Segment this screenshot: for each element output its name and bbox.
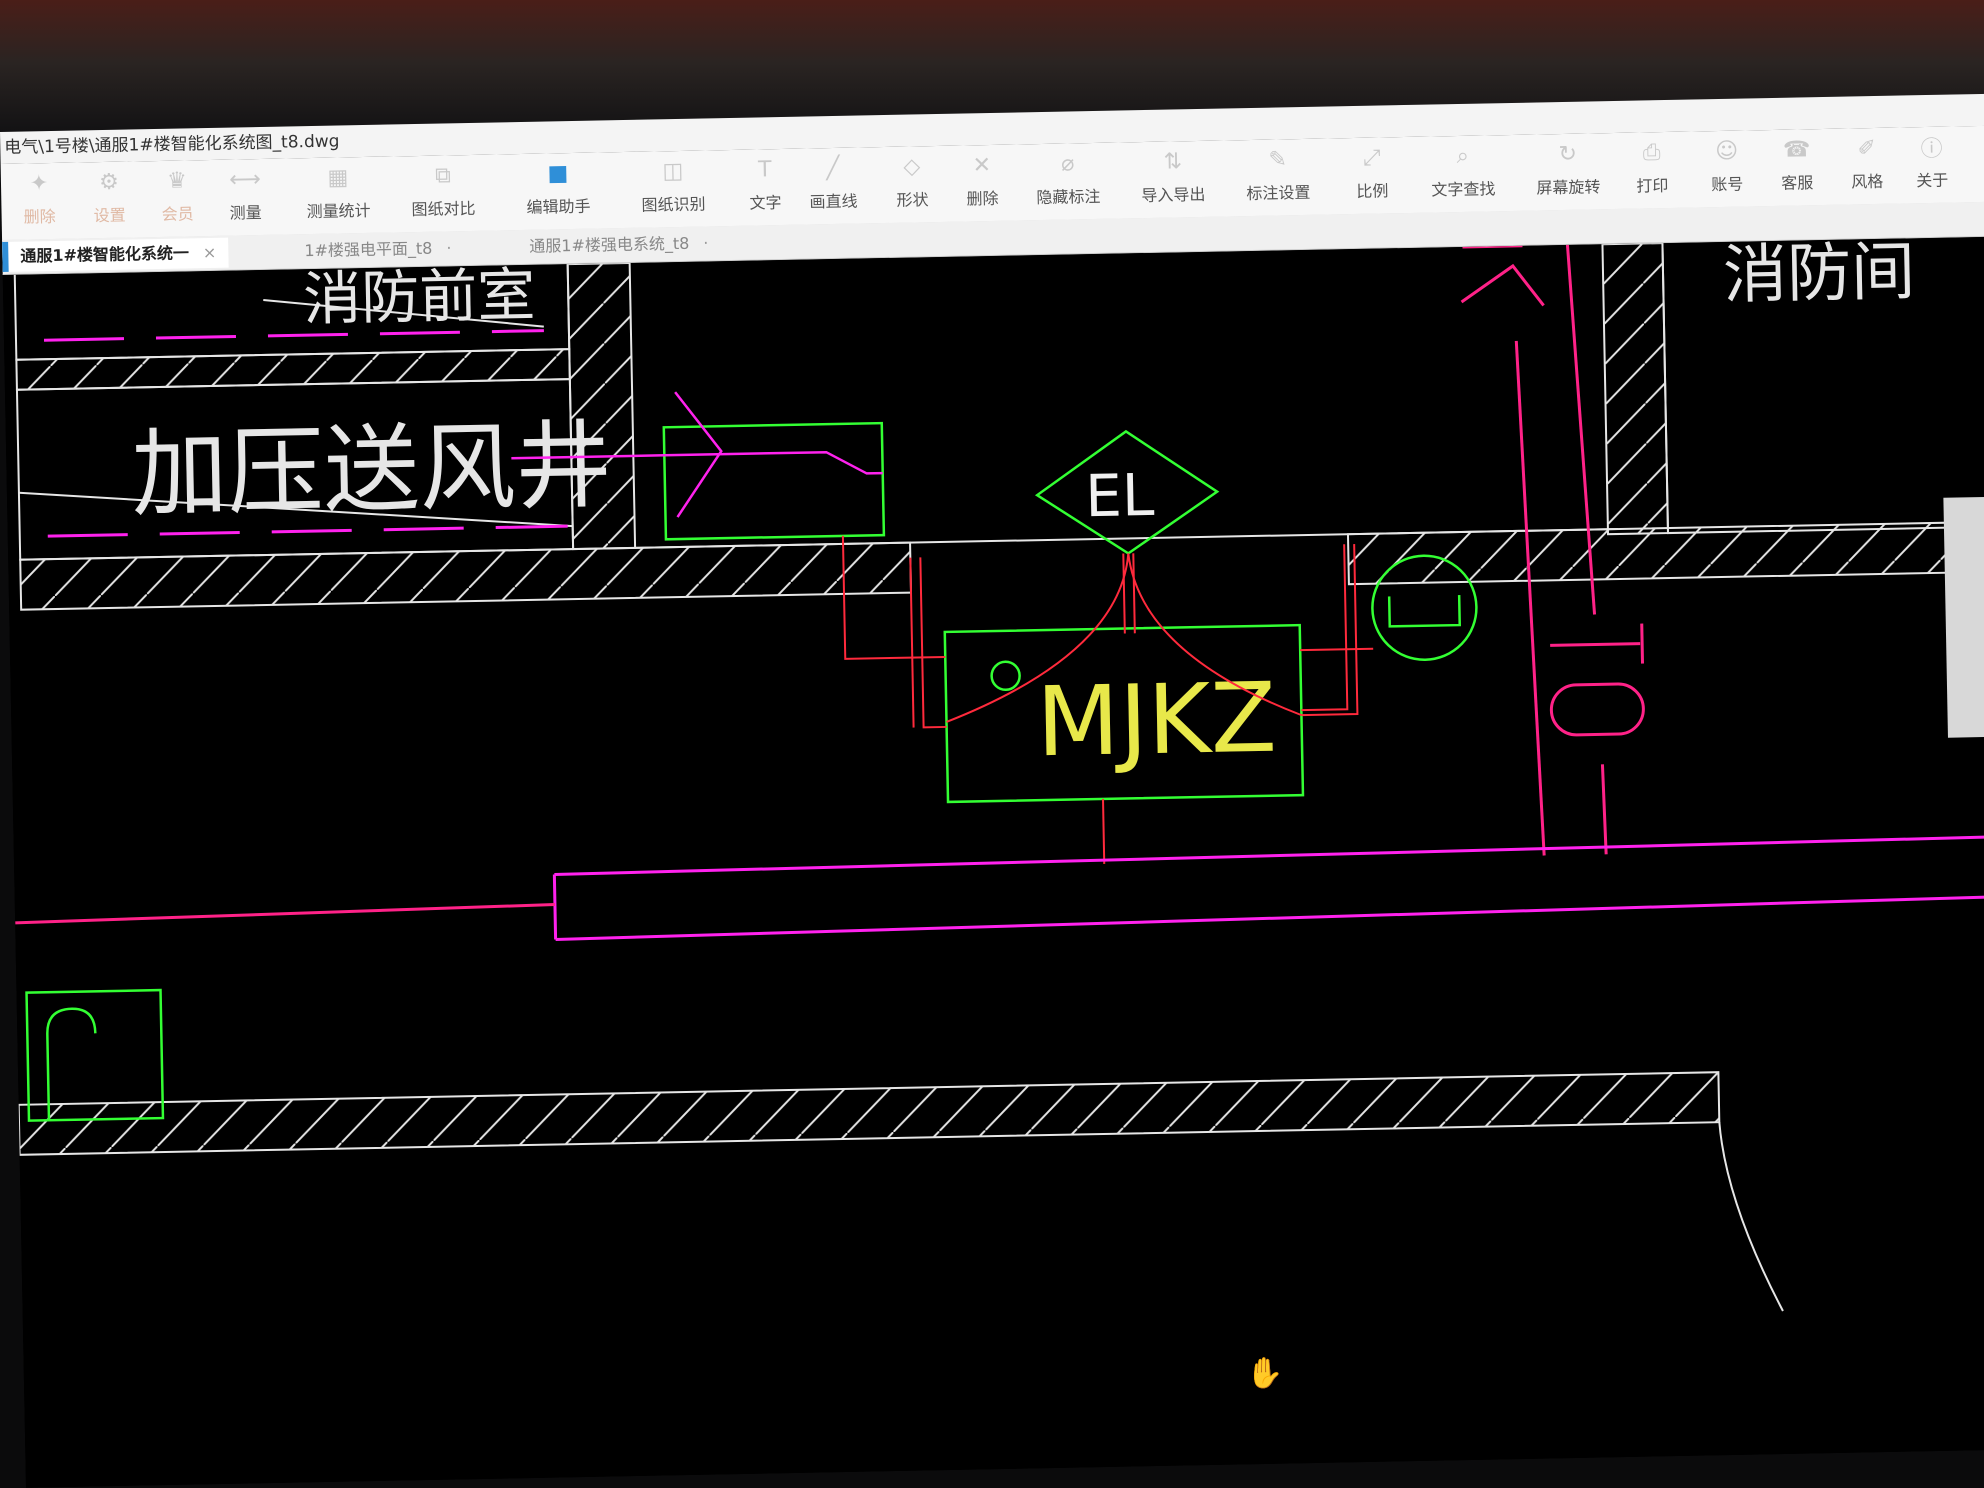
toolbar-label: 图纸识别 — [641, 194, 706, 215]
toolbar-label: 图纸对比 — [411, 198, 476, 220]
toolbar-label: 风格 — [1851, 171, 1884, 192]
toolbar-label: 文字 — [749, 193, 782, 213]
toolbar-label: 形状 — [896, 190, 929, 210]
tab-power-plan[interactable]: 1#楼强电平面_t8 · — [292, 233, 464, 266]
wall-upper-left: 消防前室 — [13, 261, 571, 391]
toolbar-button-9[interactable]: ╱ 画直线 — [809, 154, 858, 221]
toolbar-button-13[interactable]: ⇅ 导入导出 — [1141, 147, 1206, 214]
toolbar-button-8[interactable]: T 文字 — [749, 155, 782, 222]
account-icon: ☺ — [1714, 138, 1739, 164]
support-icon: ☎ — [1782, 136, 1811, 163]
toolbar-label: 账号 — [1711, 174, 1744, 195]
exit-button-device[interactable] — [25, 988, 165, 1122]
toolbar-label: 隐藏标注 — [1036, 186, 1101, 208]
toolbar-label: 导入导出 — [1141, 184, 1206, 206]
measure-stats-icon: ▦ — [327, 164, 349, 191]
toolbar-label: 标注设置 — [1246, 182, 1311, 204]
delete-icon: ✦ — [29, 170, 49, 196]
toolbar-button-17[interactable]: ↻ 屏幕旋转 — [1535, 139, 1600, 206]
toolbar-button-1[interactable]: ⚙ 设置 — [93, 168, 126, 235]
toolbar-label: 客服 — [1781, 173, 1814, 193]
close-icon[interactable]: × — [203, 243, 217, 262]
tab-label: 通服1#楼强电系统_t8 — [529, 233, 690, 256]
print-icon: ⎙ — [1642, 139, 1661, 165]
toolbar-button-19[interactable]: ☺ 账号 — [1710, 137, 1743, 204]
recognize-icon: ◫ — [662, 158, 684, 184]
toolbar-button-15[interactable]: ⤢ 比例 — [1355, 143, 1388, 210]
erase-icon: ✕ — [972, 152, 992, 178]
text-search-icon: ⌕ — [1456, 143, 1470, 169]
rotate-screen-icon: ↻ — [1558, 141, 1578, 167]
side-panel-handle[interactable] — [1943, 496, 1984, 738]
toolbar-button-7[interactable]: ◫ 图纸识别 — [641, 156, 706, 223]
settings-icon: ⚙ — [98, 169, 120, 195]
toolbar-button-10[interactable]: ◇ 形状 — [896, 152, 929, 219]
mjkz-controller[interactable]: MJKZ — [943, 623, 1305, 804]
toolbar-label: 设置 — [93, 205, 126, 226]
el-label: EL — [1085, 461, 1155, 530]
vip-icon: ♛ — [166, 167, 188, 194]
toolbar-label: 文字查找 — [1431, 179, 1496, 200]
hide-annotation-icon: ⌀ — [1060, 150, 1075, 177]
hand-cursor-icon: ✋ — [1246, 1356, 1284, 1391]
toolbar-button-21[interactable]: ✐ 风格 — [1850, 134, 1883, 201]
room-label-top: 消防前室 — [303, 261, 536, 333]
close-icon[interactable]: · — [703, 233, 708, 252]
window-title: 电气\1号楼\通服1#楼智能化系统图_t8.dwg — [4, 131, 340, 158]
edit-assistant-icon: ■ — [547, 160, 569, 186]
pressurized-air-shaft: 加压送风井 — [15, 378, 613, 561]
toolbar-label: 屏幕旋转 — [1536, 177, 1601, 198]
toolbar-button-2[interactable]: ♛ 会员 — [161, 166, 194, 233]
application-window: 电气\1号楼\通服1#楼智能化系统图_t8.dwg ✦ 删除 ⚙ 设置 ♛ 会员 ⟷ 测量 ▦ 测… — [0, 93, 1984, 1488]
tab-label: 通服1#楼智能化系统一 — [20, 243, 190, 266]
toolbar-label: 关于 — [1916, 170, 1949, 191]
import-export-icon: ⇅ — [1163, 148, 1183, 175]
shape-icon: ◇ — [903, 153, 921, 180]
toolbar-label: 测量 — [229, 202, 262, 223]
toolbar-button-12[interactable]: ⌀ 隐藏标注 — [1036, 149, 1101, 216]
annotation-settings-icon: ✎ — [1268, 146, 1288, 173]
room-label-right: 消防间 — [1722, 237, 1915, 313]
toolbar-label: 编辑助手 — [526, 196, 591, 217]
toolbar-label: 删除 — [966, 188, 999, 209]
toolbar-label: 画直线 — [809, 191, 858, 212]
wall-hatched-bottom — [17, 1071, 1721, 1156]
toolbar-button-5[interactable]: ⧉ 图纸对比 — [411, 161, 476, 228]
tab-smart-system[interactable]: 通服1#楼智能化系统一 × — [2, 237, 229, 272]
toolbar-button-4[interactable]: ▦ 测量统计 — [306, 163, 371, 230]
toolbar-button-22[interactable]: ⓘ 关于 — [1915, 133, 1948, 200]
toolbar-button-20[interactable]: ☎ 客服 — [1780, 135, 1813, 202]
toolbar-button-16[interactable]: ⌕ 文字查找 — [1430, 141, 1495, 208]
close-icon[interactable]: · — [446, 238, 451, 257]
tab-label: 1#楼强电平面_t8 — [304, 238, 433, 261]
toolbar-button-3[interactable]: ⟷ 测量 — [229, 165, 262, 232]
door-swing — [1718, 1122, 1784, 1312]
measure-icon: ⟷ — [228, 166, 261, 193]
mjkz-label: MJKZ — [1035, 662, 1277, 779]
scale-icon: ⤢ — [1362, 145, 1381, 171]
toolbar-button-6[interactable]: ■ 编辑助手 — [526, 159, 591, 226]
tab-power-system[interactable]: 通服1#楼强电系统_t8 · — [517, 228, 721, 262]
toolbar-label: 删除 — [23, 206, 56, 227]
room-label-shaft: 加压送风井 — [131, 409, 613, 530]
drawing-canvas[interactable]: 消防前室 加压送风井 消防间 EL MJKZ — [2, 236, 1984, 1488]
toolbar-label: 打印 — [1636, 175, 1669, 196]
style-icon: ✐ — [1857, 135, 1877, 161]
line-icon: ╱ — [825, 155, 840, 181]
toolbar-button-18[interactable]: ⎙ 打印 — [1635, 138, 1668, 205]
cad-drawing: 消防前室 加压送风井 消防间 EL MJKZ — [13, 237, 1984, 1312]
toolbar-label: 测量统计 — [306, 200, 371, 222]
wall-vertical-left — [566, 261, 637, 551]
wall-vertical-right — [1601, 242, 1670, 536]
toolbar-button-0[interactable]: ✦ 删除 — [23, 169, 56, 236]
toolbar-button-14[interactable]: ✎ 标注设置 — [1246, 145, 1311, 212]
text-icon: T — [757, 156, 772, 182]
cable-tray — [15, 835, 1984, 941]
about-icon: ⓘ — [1920, 136, 1943, 163]
wall-hatched-main — [19, 541, 913, 611]
toolbar-button-11[interactable]: ✕ 删除 — [966, 151, 999, 218]
toolbar-label: 会员 — [161, 204, 194, 224]
compare-icon: ⧉ — [434, 162, 452, 189]
toolbar-label: 比例 — [1356, 181, 1389, 201]
